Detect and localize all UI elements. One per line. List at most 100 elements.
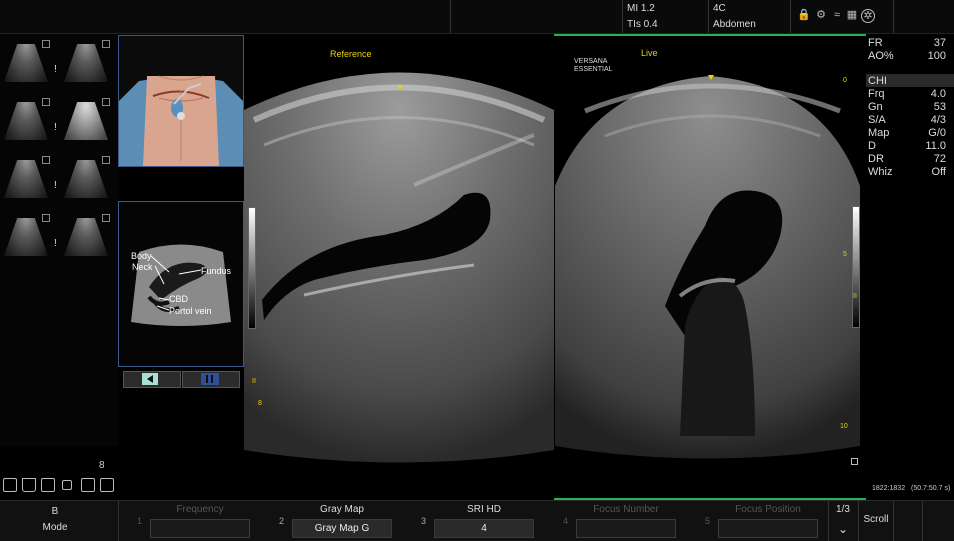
checkbox-icon[interactable] — [100, 478, 114, 492]
knob-number: 3 — [421, 516, 427, 526]
param-value: 100 — [927, 50, 946, 62]
toolbar-count: 8 — [99, 460, 105, 471]
diagram-label: Portol vein — [169, 306, 212, 316]
thumbnail-image[interactable] — [62, 40, 110, 82]
corner-marker — [851, 458, 858, 465]
focus-marker — [397, 85, 403, 90]
grayscale-bar — [852, 206, 860, 328]
checkbox-icon[interactable] — [81, 478, 95, 492]
depth-tick: 5 — [843, 251, 847, 258]
frame-counter: 1822:1832 — [872, 485, 906, 492]
diagram-label: CBD — [169, 294, 189, 304]
depth-tick: 10 — [840, 423, 848, 430]
param-label: Frq — [868, 88, 885, 100]
rewind-button[interactable] — [123, 371, 181, 388]
thumbnail-badge: ! — [54, 64, 57, 75]
param-label: Map — [868, 127, 890, 139]
knob-label: SRI HD — [467, 504, 501, 515]
knob-number: 5 — [705, 516, 711, 526]
param-value: 53 — [933, 101, 946, 113]
live-ultrasound-image[interactable]: Live VERSANA ESSENTIAL 0 5 10 II — [555, 36, 865, 498]
diagram-label: Neck — [132, 262, 153, 272]
thumbnail-badge: ! — [54, 180, 57, 191]
diagram-label: Fundus — [201, 266, 232, 276]
knob-number: 2 — [279, 516, 285, 526]
param-value: 4.0 — [930, 88, 946, 100]
grid-icon[interactable] — [3, 478, 17, 492]
chevron-down-icon[interactable]: ⌄ — [832, 522, 854, 536]
knob-label: Focus Position — [735, 504, 801, 515]
probe-icon: ⚙ — [816, 9, 826, 21]
divider — [622, 0, 623, 33]
wifi-icon: ≈ — [833, 9, 841, 21]
knob-label: Frequency — [176, 504, 224, 515]
param-label: DR — [868, 153, 884, 165]
scroll-button[interactable]: Scroll — [862, 514, 890, 525]
focus-zone-marker: II — [853, 293, 857, 300]
param-value: Off — [931, 166, 946, 178]
image-label-reference: Reference — [330, 49, 372, 59]
param-value: G/0 — [928, 127, 946, 139]
thumbnail-image[interactable] — [62, 156, 110, 198]
diagram-label: Body — [131, 251, 152, 261]
reference-ultrasound-image[interactable]: Reference II 8 — [244, 35, 554, 500]
param-label: D — [868, 140, 876, 152]
divider — [450, 0, 451, 33]
focus-marker — [708, 75, 714, 80]
knob-number: 1 — [137, 516, 143, 526]
frame-range: (50.7:50.7 s) — [911, 485, 951, 492]
print-icon[interactable] — [41, 478, 55, 492]
depth-tick: 0 — [843, 77, 847, 84]
divider — [790, 0, 791, 33]
top-status-bar: MI 1.2 TIs 0.4 4C Abdomen 🔒 ⚙ ≈ ▦ ✲ — [0, 0, 954, 34]
param-value: 4/3 — [930, 114, 946, 126]
focus-zone-marker: II — [252, 378, 256, 385]
param-label: CHI — [868, 75, 887, 87]
param-label: Gn — [868, 101, 883, 113]
checkbox-icon[interactable] — [62, 480, 72, 490]
thumbnail-image[interactable] — [2, 156, 50, 198]
divider — [708, 0, 709, 33]
thumbnail-badge: ! — [54, 122, 57, 133]
mi-readout: MI 1.2 — [627, 3, 655, 14]
gray-map-knob[interactable]: Gray Map G — [292, 519, 392, 538]
thumbnail-panel: ! ! ! ! — [0, 34, 118, 446]
param-label: FR — [868, 37, 883, 49]
thumbnail-image[interactable] — [2, 98, 50, 140]
pause-button[interactable] — [182, 371, 240, 388]
trash-icon[interactable] — [22, 478, 36, 492]
frequency-knob[interactable] — [150, 519, 250, 538]
grayscale-bar — [248, 207, 256, 329]
tis-readout: TIs 0.4 — [627, 19, 658, 30]
param-value: 11.0 — [925, 140, 946, 152]
knob-number: 4 — [563, 516, 569, 526]
rewind-icon — [142, 373, 158, 385]
thumbnail-image[interactable] — [2, 40, 50, 82]
brand-name: VERSANA — [574, 58, 608, 65]
knob-label: Gray Map — [320, 504, 364, 515]
param-label: S/A — [868, 114, 886, 126]
anatomy-diagram-panel: Body Neck Fundus CBD Portol vein — [118, 201, 244, 367]
lock-icon: 🔒 — [797, 9, 811, 21]
thumbnail-image[interactable] — [2, 214, 50, 256]
param-value: 72 — [933, 153, 946, 165]
probe-name: 4C — [713, 3, 726, 14]
mode-button[interactable]: Mode — [40, 522, 70, 533]
focus-position-knob[interactable] — [718, 519, 818, 538]
gallbladder-diagram — [131, 244, 231, 326]
settings-icon[interactable]: ✲ — [861, 9, 875, 23]
focus-number-knob[interactable] — [576, 519, 676, 538]
param-label: AO% — [868, 50, 894, 62]
network-icon: ▦ — [846, 9, 858, 21]
pause-icon — [201, 373, 219, 385]
depth-tick: 8 — [258, 400, 262, 407]
divider — [893, 0, 894, 33]
brand-subname: ESSENTIAL — [574, 66, 613, 73]
thumbnail-badge: ! — [54, 238, 57, 249]
sri-hd-knob[interactable]: 4 — [434, 519, 534, 538]
thumbnail-image[interactable] — [62, 214, 110, 256]
param-label: Whiz — [868, 166, 893, 178]
image-label-live: Live — [641, 48, 658, 58]
torso-illustration — [119, 36, 243, 166]
thumbnail-image[interactable] — [62, 98, 110, 140]
